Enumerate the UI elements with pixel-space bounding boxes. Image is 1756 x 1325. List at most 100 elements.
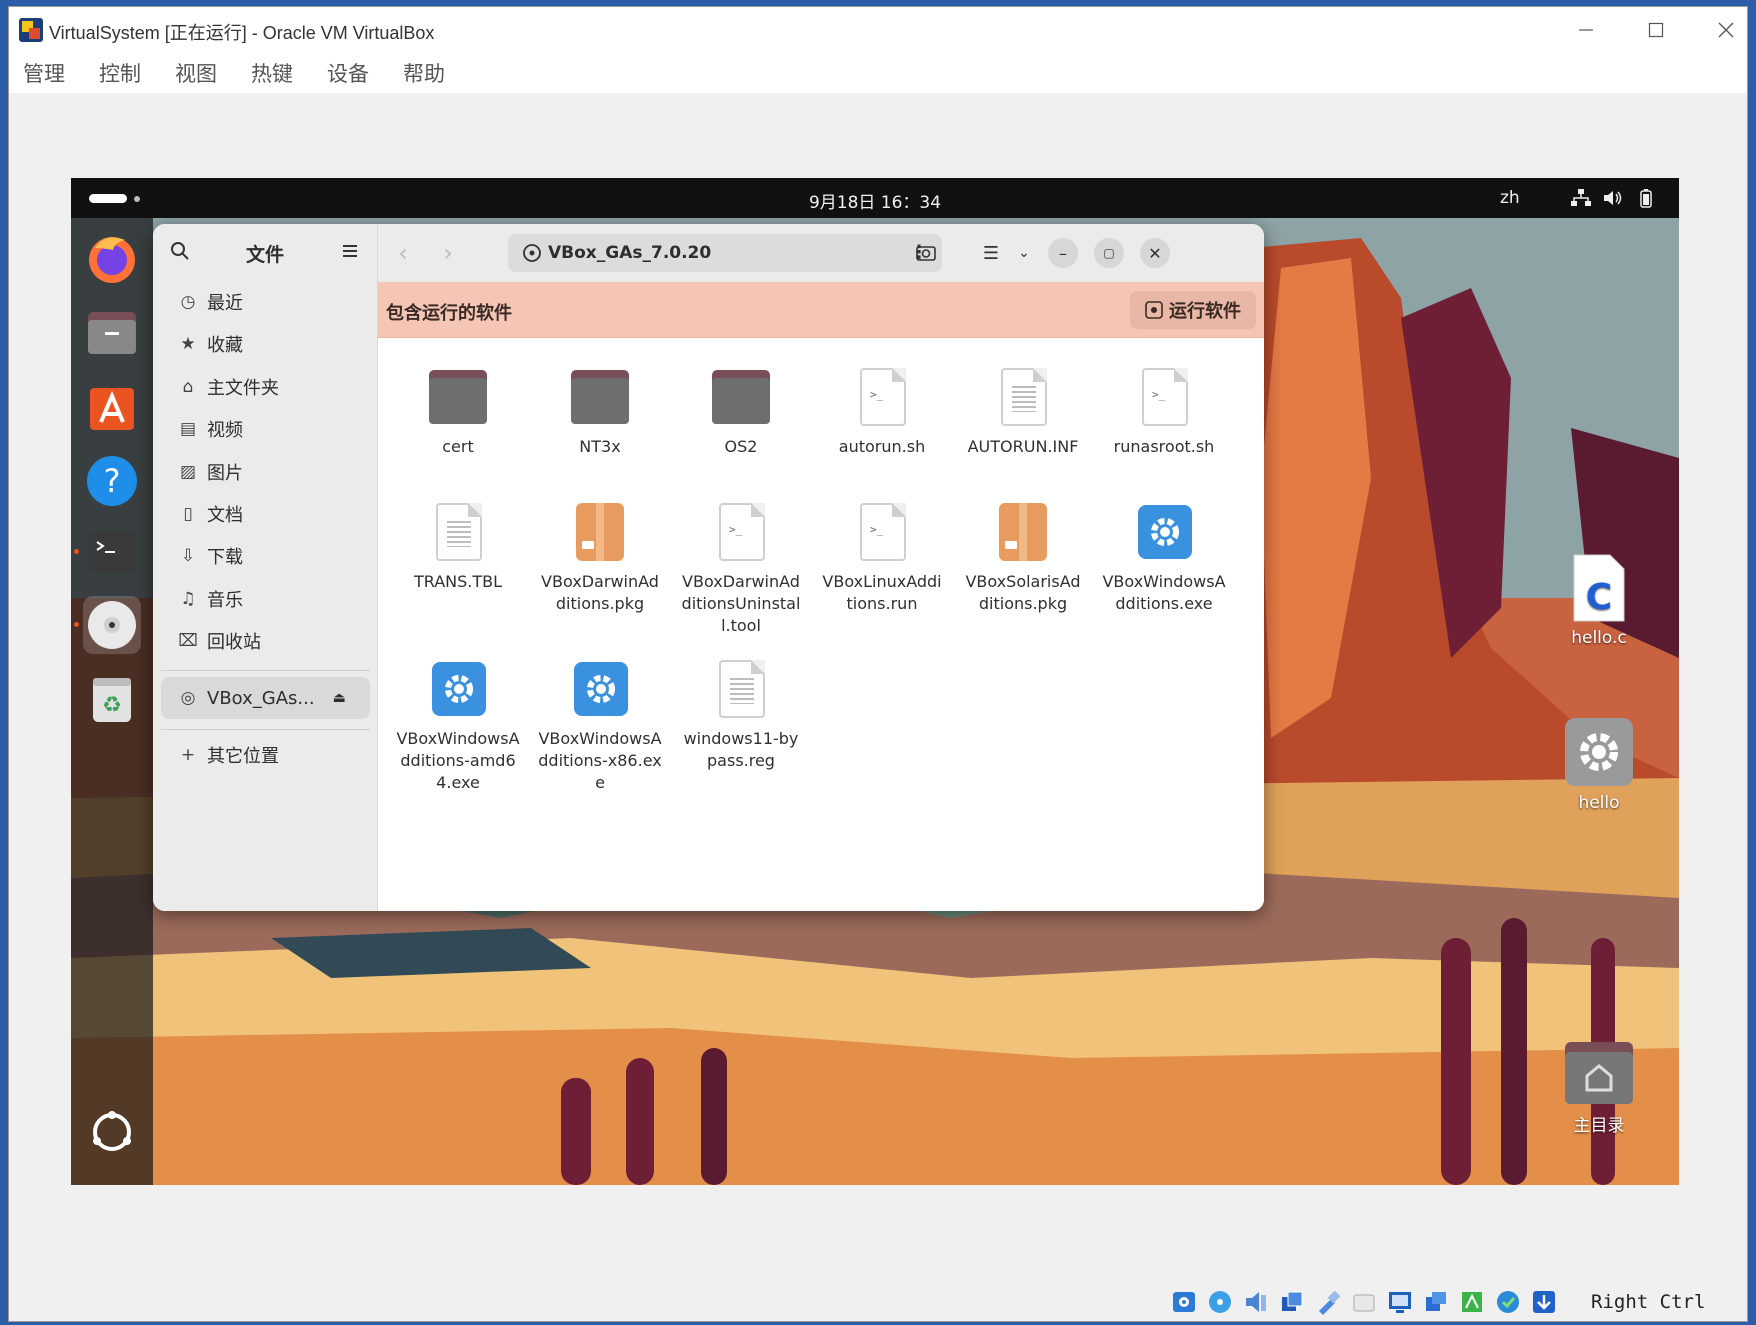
dock-files[interactable] (83, 304, 141, 362)
path-bar[interactable]: VBox_GAs_7.0.20 ⋮ (508, 234, 942, 272)
sidebar-item-documents[interactable]: ▯ 文档 (161, 493, 370, 535)
files-sidebar: 文件 ◷ 最近 ★ 收藏 ⌂ 主文件夹 ▤ 视频 ▨ 图片 ▯ 文档 ⇩ 下载 ♫ 音乐 ⌧ 回收… (153, 224, 378, 911)
sidebar-item-videos[interactable]: ▤ 视频 (161, 408, 370, 450)
recording-icon[interactable] (1423, 1289, 1449, 1315)
sidebar-item-music[interactable]: ♫ 音乐 (161, 578, 370, 620)
minimize-button[interactable] (1551, 7, 1621, 53)
file-item[interactable]: VBoxWindowsAdditions-x86.exe (538, 658, 662, 794)
sidebar-item-trash[interactable]: ⌧ 回收站 (161, 620, 370, 662)
sidebar-item-label: 主文件夹 (207, 378, 279, 399)
file-item[interactable]: VBoxWindowsAdditions.exe (1102, 501, 1226, 615)
file-item[interactable]: OS2 (679, 366, 803, 458)
star-icon: ★ (180, 334, 196, 354)
file-item[interactable]: AUTORUN.INF (961, 366, 1085, 458)
window-minimize-button[interactable]: – (1048, 238, 1078, 268)
file-item[interactable]: VBoxSolarisAdditions.pkg (961, 501, 1085, 615)
menu-hotkeys[interactable]: 热键 (251, 58, 293, 88)
sidebar-item-downloads[interactable]: ⇩ 下载 (161, 535, 370, 577)
view-list-button[interactable]: ☰ (976, 238, 1006, 268)
forward-button[interactable]: › (433, 238, 463, 268)
desktop-hello[interactable]: hello (1544, 716, 1654, 813)
file-item[interactable]: TRANS.TBL (396, 501, 520, 593)
file-item[interactable]: >_ autorun.sh (820, 366, 944, 458)
volume-icon[interactable] (1602, 188, 1624, 208)
network-icon[interactable] (1279, 1289, 1305, 1315)
c-source-file-icon: C (1573, 554, 1625, 622)
eject-icon[interactable]: ⏏ (333, 690, 346, 706)
file-item[interactable]: >_ runasroot.sh (1102, 366, 1226, 458)
text-file-icon (991, 366, 1055, 430)
view-options-button[interactable]: ⌄ (1009, 238, 1039, 268)
menu-manage[interactable]: 管理 (23, 58, 65, 88)
sidebar-item-home[interactable]: ⌂ 主文件夹 (161, 366, 370, 408)
firefox-icon (89, 237, 135, 283)
menu-devices[interactable]: 设备 (327, 58, 369, 88)
sidebar-item-recent[interactable]: ◷ 最近 (161, 281, 370, 323)
window-maximize-button[interactable]: ▢ (1094, 238, 1124, 268)
display-icon[interactable] (1387, 1289, 1413, 1315)
hamburger-menu-icon[interactable] (339, 240, 361, 262)
search-files-button[interactable] (911, 238, 941, 268)
dock-disc[interactable] (83, 596, 141, 654)
menu-control[interactable]: 控制 (99, 58, 141, 88)
run-software-label: 运行软件 (1169, 301, 1241, 322)
dock-show-apps[interactable] (83, 1103, 141, 1161)
script-file-icon: >_ (709, 501, 773, 565)
dock-trash[interactable]: ♻ (83, 670, 141, 728)
executable-gear-icon (1565, 718, 1633, 786)
dock-help[interactable]: ? (83, 452, 141, 510)
back-button[interactable]: ‹ (388, 238, 418, 268)
file-item[interactable]: >_ VBoxDarwinAdditionsUninstall.tool (679, 501, 803, 637)
file-item[interactable]: windows11-bypass.reg (679, 658, 803, 772)
shared-folder-icon[interactable] (1351, 1289, 1377, 1315)
sidebar-item-mount[interactable]: ◎ VBox_GAs... ⏏ (161, 677, 370, 719)
home-icon: ⌂ (182, 377, 194, 397)
title-bar: VirtualSystem [正在运行] - Oracle VM Virtual… (9, 7, 1747, 53)
minimize-icon: – (1059, 243, 1067, 263)
folder-icon (568, 366, 632, 430)
menu-help[interactable]: 帮助 (403, 58, 445, 88)
file-name: VBoxSolarisAdditions.pkg (965, 572, 1081, 613)
banner-text: 包含运行的软件 (386, 303, 512, 324)
menu-view[interactable]: 视图 (175, 58, 217, 88)
usb-icon[interactable] (1315, 1289, 1341, 1315)
hard-disk-icon[interactable] (1171, 1289, 1197, 1315)
file-name: cert (442, 437, 474, 456)
sidebar-item-label: 回收站 (207, 632, 261, 653)
maximize-button[interactable] (1621, 7, 1691, 53)
network-icon[interactable] (1570, 188, 1592, 208)
minimize-icon (1579, 29, 1593, 31)
sidebar-item-starred[interactable]: ★ 收藏 (161, 323, 370, 365)
executable-gear-icon (1132, 501, 1196, 565)
optical-disk-icon[interactable] (1207, 1289, 1233, 1315)
sidebar-item-other-locations[interactable]: + 其它位置 (161, 734, 370, 776)
audio-icon[interactable] (1243, 1289, 1269, 1315)
desktop-home[interactable]: 主目录 (1544, 1040, 1654, 1136)
file-item[interactable]: VBoxWindowsAdditions-amd64.exe (396, 658, 520, 794)
clock[interactable]: 9月18日 16：34 (71, 188, 1679, 213)
file-item[interactable]: >_ VBoxLinuxAdditions.run (820, 501, 944, 615)
sidebar-item-pictures[interactable]: ▨ 图片 (161, 451, 370, 493)
file-item[interactable]: cert (396, 366, 520, 458)
run-software-button[interactable]: 运行软件 (1130, 291, 1256, 329)
dock-terminal[interactable] (83, 523, 141, 581)
file-item[interactable]: VBoxDarwinAdditions.pkg (538, 501, 662, 615)
close-button[interactable] (1691, 7, 1756, 53)
window-close-button[interactable]: ✕ (1140, 238, 1170, 268)
dock-firefox[interactable] (83, 230, 141, 288)
script-file-icon: >_ (850, 501, 914, 565)
plus-icon: + (180, 745, 196, 765)
cpu-icon[interactable] (1459, 1289, 1485, 1315)
terminal-running-indicator (74, 549, 79, 554)
battery-icon[interactable] (1635, 188, 1657, 208)
dock-app-center[interactable] (83, 378, 141, 436)
maximize-icon (1648, 22, 1664, 38)
keyboard-icon[interactable] (1531, 1289, 1557, 1315)
disc-running-indicator (74, 622, 79, 627)
mouse-integration-icon[interactable] (1495, 1289, 1521, 1315)
file-item[interactable]: NT3x (538, 366, 662, 458)
desktop-hello-c[interactable]: C hello.c (1544, 553, 1654, 648)
input-language[interactable]: zh (1500, 188, 1520, 208)
guest-screen[interactable]: 9月18日 16：34 zh ? ♻ C hello.c hello 主目录 文… (71, 178, 1679, 1185)
sidebar-item-label: 视频 (207, 420, 243, 441)
